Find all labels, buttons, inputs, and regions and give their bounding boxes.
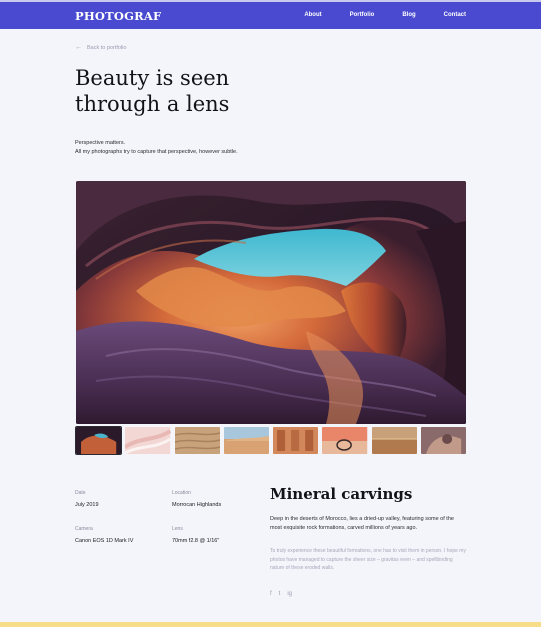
date-value: July 2019 [75, 502, 99, 508]
site-logo[interactable]: PHOTOGRAF [75, 9, 161, 23]
facebook-icon[interactable]: f [270, 591, 272, 597]
date-label: Date [75, 490, 86, 496]
footer-bar [0, 622, 541, 627]
page-title: Beauty is seen through a lens [75, 66, 230, 116]
thumbnail-5[interactable] [273, 427, 319, 454]
thumbnail-1[interactable] [74, 426, 123, 455]
thumbnail-2[interactable] [125, 427, 171, 454]
camera-label: Camera [75, 526, 93, 532]
social-links: f t ig [270, 591, 292, 597]
thumbnail-3[interactable] [174, 427, 220, 454]
thumbnail-4[interactable] [223, 427, 269, 454]
detail-lens: Lens 70mm f2.8 @ 1/16" [172, 526, 267, 544]
lens-value: 70mm f2.8 @ 1/16" [172, 538, 220, 544]
thumbnail-6[interactable] [322, 427, 368, 454]
top-navigation-bar: PHOTOGRAF About Portfolio Blog Contact [0, 0, 541, 29]
thumbnail-strip [74, 426, 466, 455]
location-label: Location [172, 490, 191, 496]
nav-contact[interactable]: Contact [444, 12, 466, 18]
detail-date: Date July 2019 [75, 490, 170, 508]
thumbnail-8[interactable] [420, 427, 466, 454]
lens-label: Lens [172, 526, 183, 532]
intro-text: Perspective matters. All my photographs … [75, 139, 238, 157]
nav-about[interactable]: About [304, 12, 321, 18]
thumbnail-7[interactable] [371, 427, 417, 454]
nav-blog[interactable]: Blog [402, 12, 415, 18]
camera-value: Canon EOS 1D Mark IV [75, 538, 134, 544]
location-value: Morrocan Highlands [172, 502, 222, 508]
canyon-photo-image [76, 181, 466, 424]
detail-location: Location Morrocan Highlands [172, 490, 267, 508]
back-link-label: Back to portfolio [87, 44, 127, 51]
section-description-secondary: To truly experience these beautiful form… [270, 548, 466, 571]
main-nav: About Portfolio Blog Contact [276, 12, 466, 18]
section-title: Mineral carvings [270, 485, 413, 503]
twitter-icon[interactable]: t [279, 591, 281, 597]
back-to-portfolio-link[interactable]: ← Back to portfolio [75, 44, 126, 51]
instagram-icon[interactable]: ig [287, 591, 292, 597]
intro-line-1: Perspective matters. [75, 140, 126, 146]
hero-photo [76, 181, 466, 424]
detail-camera: Camera Canon EOS 1D Mark IV [75, 526, 170, 544]
nav-portfolio[interactable]: Portfolio [350, 12, 375, 18]
arrow-left-icon: ← [75, 44, 82, 51]
section-description: Deep in the deserts of Morocco, lies a d… [270, 516, 454, 531]
intro-line-2: All my photographs try to capture that p… [75, 149, 238, 155]
